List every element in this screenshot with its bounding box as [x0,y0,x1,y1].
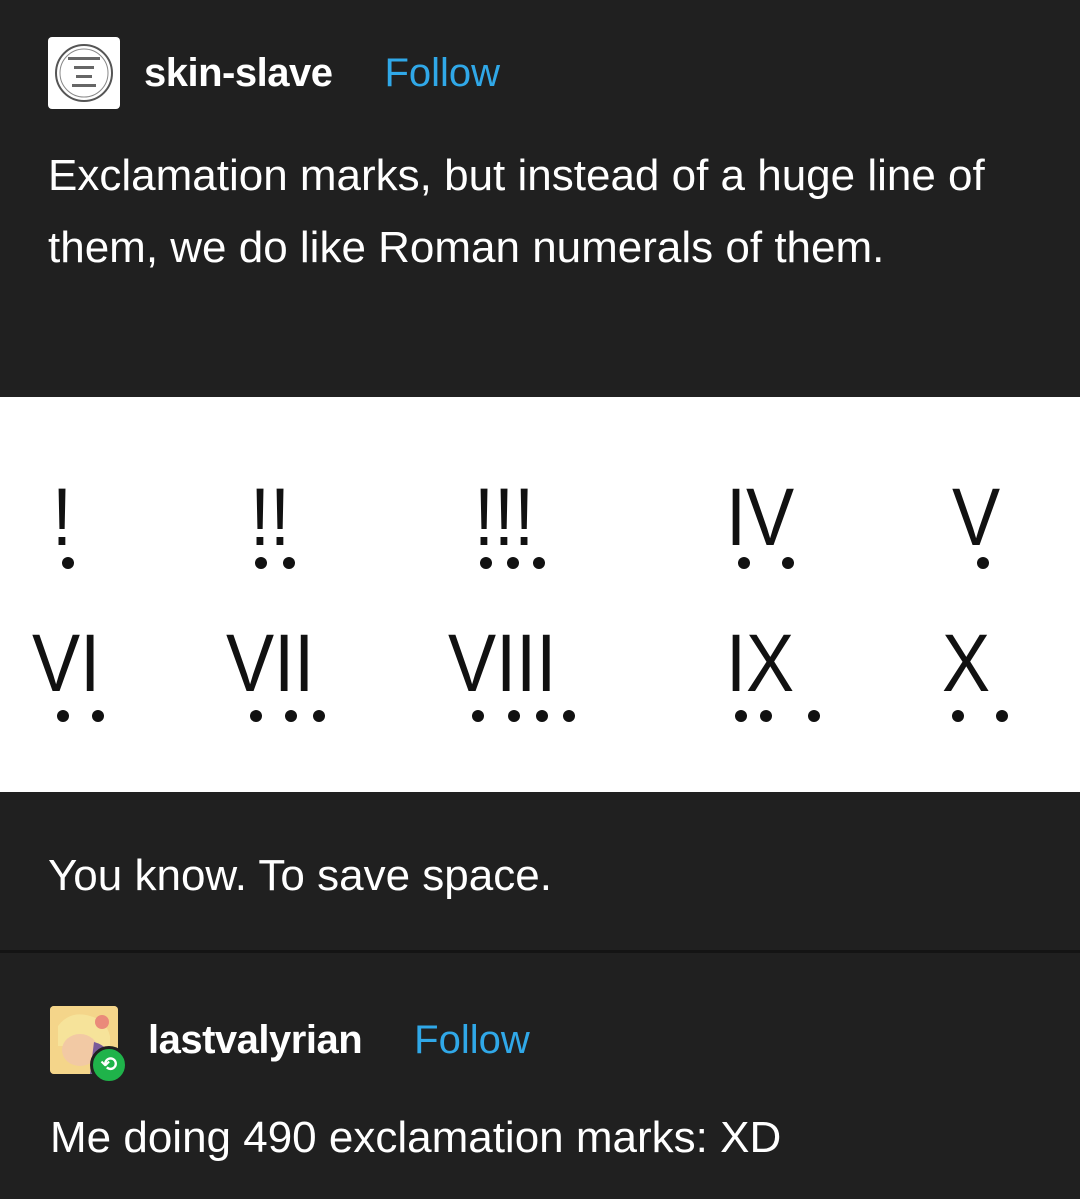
reblog-username[interactable]: lastvalyrian [148,1018,363,1063]
post-caption: You know. To save space. [48,851,552,900]
divider [0,950,1080,953]
reblog-avatar[interactable]: ⟲ [50,1004,128,1084]
numeral-8: VIII [448,618,557,709]
post-image: ! !! !!! IV V VI VII VIII IX X [0,397,1080,792]
numeral-9: IX [726,618,795,709]
numeral-6: VI [32,618,101,709]
reblog-follow-button[interactable]: Follow [414,1018,530,1063]
numeral-3: !!! [474,472,535,563]
reblog-icon: ⟲ [90,1046,128,1084]
post-header: skin-slave Follow [48,36,500,110]
numeral-4: IV [726,472,795,563]
reblog-text: Me doing 490 exclamation marks: XD [50,1113,782,1162]
post-username[interactable]: skin-slave [144,51,333,96]
post-text: Exclamation marks, but instead of a huge… [48,151,985,272]
numeral-2: !! [250,472,291,563]
numeral-7: VII [226,618,315,709]
coin-seal-icon [55,44,113,102]
follow-button[interactable]: Follow [384,51,500,96]
avatar[interactable] [48,37,120,109]
numeral-1: ! [52,472,73,563]
reblog-header: ⟲ lastvalyrian Follow [50,1004,530,1084]
numeral-10: X [942,618,991,709]
numeral-5: V [952,472,1001,563]
